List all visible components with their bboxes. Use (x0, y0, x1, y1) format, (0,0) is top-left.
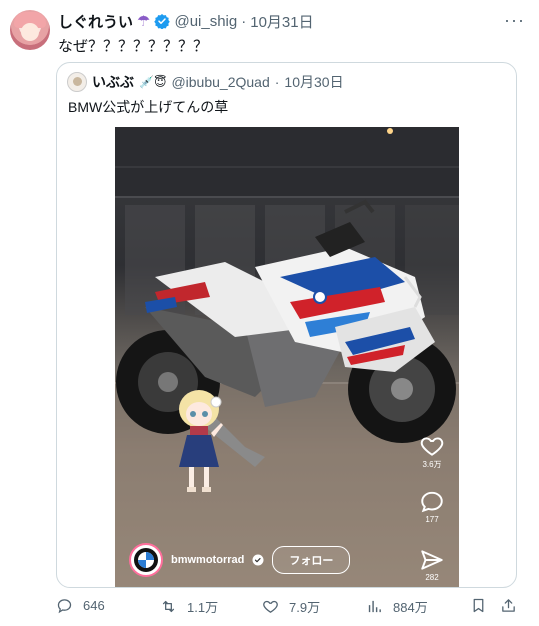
quoted-author-avatar (67, 72, 87, 92)
quoted-tweet-header: いぶぶ 💉😇 @ibubu_2Quad · 10月30日 (67, 72, 344, 92)
tweet-action-bar: 646 1.1万 7.9万 884万 (56, 597, 526, 617)
heart-icon (420, 437, 444, 456)
avatar-face (21, 23, 39, 41)
video-share-count: 282 (425, 573, 439, 582)
motorcycle-image (116, 199, 456, 467)
paper-plane-icon (421, 550, 443, 570)
share-button[interactable] (500, 597, 517, 614)
more-options-icon[interactable]: ··· (504, 10, 525, 31)
video-like-control[interactable]: 3.6万 (419, 433, 445, 470)
umbrella-emoji-icon: ☂ (137, 13, 151, 30)
tweet-text: なぜ？？？？？？？？ (58, 38, 209, 55)
channel-verified-icon (252, 554, 264, 566)
like-count: 7.9万 (289, 600, 321, 615)
verified-badge-icon (154, 14, 171, 29)
quoted-tweet[interactable]: いぶぶ 💉😇 @ibubu_2Quad · 10月30日 BMW公式が上げてんの… (56, 62, 517, 588)
reply-icon (57, 599, 72, 614)
view-count: 884万 (393, 600, 428, 615)
video-comment-control[interactable]: 177 (419, 489, 445, 524)
quoted-tweet-date: 10月30日 (284, 74, 344, 90)
syringe-angel-emoji-icon: 💉😇 (139, 75, 167, 89)
author-avatar[interactable] (10, 10, 50, 50)
video-comment-count: 177 (425, 515, 439, 524)
views-button[interactable]: 884万 (366, 597, 428, 616)
reply-button[interactable]: 646 (56, 597, 105, 614)
repost-icon (162, 600, 175, 613)
quoted-author-name: いぶぶ (92, 74, 134, 90)
speech-bubble-icon (421, 491, 443, 513)
repost-count: 1.1万 (187, 600, 219, 615)
reply-count: 646 (83, 598, 105, 613)
author-handle[interactable]: @ui_shig (174, 13, 237, 30)
chibi-character-image (179, 390, 223, 492)
video-share-control[interactable]: 282 (419, 547, 445, 582)
video-like-count: 3.6万 (422, 460, 442, 469)
like-button[interactable]: 7.9万 (262, 597, 320, 616)
author-name[interactable]: しぐれうい (58, 11, 133, 32)
separator-dot: · (274, 74, 280, 90)
bookmark-icon (473, 598, 484, 613)
separator-dot: · (241, 12, 247, 30)
share-upload-icon (502, 599, 515, 612)
bmw-logo-icon[interactable] (129, 543, 163, 577)
quoted-author-handle: @ibubu_2Quad (171, 74, 270, 90)
bmw-roundel-icon (134, 548, 158, 572)
tweet-header: しぐれうい ☂ @ui_shig · 10月31日 (58, 11, 314, 31)
bookmark-button[interactable] (470, 597, 487, 614)
video-channel-bar: bmwmotorrad フォロー (129, 543, 351, 577)
tweet-date[interactable]: 10月31日 (250, 11, 313, 32)
video-player[interactable]: 3.6万 177 282 bmwmotorrad フォロー (115, 127, 459, 587)
repost-button[interactable]: 1.1万 (160, 597, 218, 616)
channel-name[interactable]: bmwmotorrad (171, 554, 244, 566)
heart-icon (263, 600, 278, 613)
bar-chart-icon (368, 600, 381, 613)
follow-button[interactable]: フォロー (272, 546, 351, 574)
quoted-tweet-text: BMW公式が上げてんの草 (68, 99, 229, 115)
